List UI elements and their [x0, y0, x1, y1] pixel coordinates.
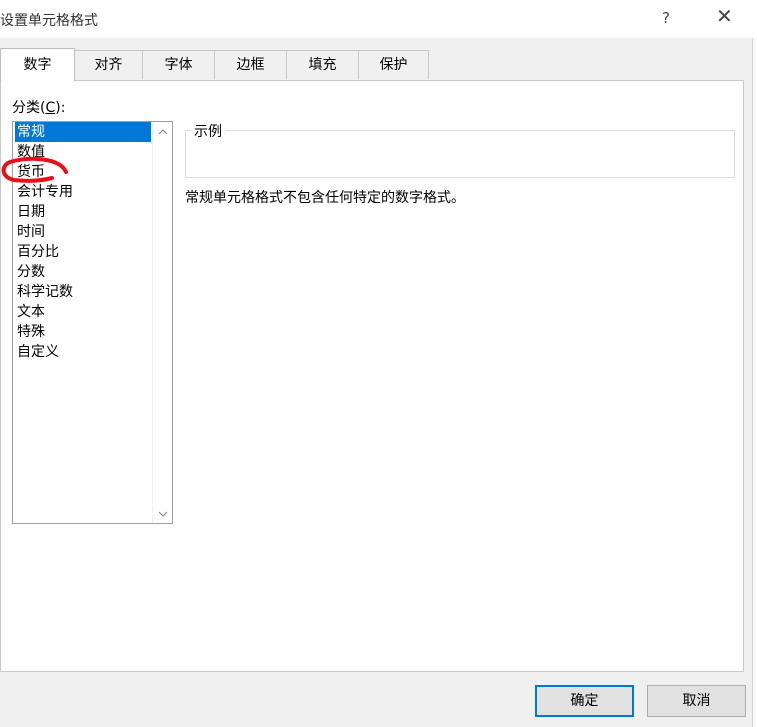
format-description: 常规单元格格式不包含任何特定的数字格式。: [185, 190, 465, 206]
category-item-custom[interactable]: 自定义: [15, 342, 151, 362]
category-item-time[interactable]: 时间: [15, 222, 151, 242]
category-item-special[interactable]: 特殊: [15, 322, 151, 342]
category-label: 分类(C):: [12, 97, 65, 117]
chevron-down-icon[interactable]: [153, 504, 172, 523]
category-item-fraction[interactable]: 分数: [15, 262, 151, 282]
category-item-text[interactable]: 文本: [15, 302, 151, 322]
category-item-accounting[interactable]: 会计专用: [15, 182, 151, 202]
tab-alignment[interactable]: 对齐: [74, 50, 143, 79]
category-label-accesskey: C: [45, 100, 56, 116]
tab-protection[interactable]: 保护: [358, 50, 429, 79]
sample-label: 示例: [191, 121, 225, 141]
help-icon[interactable]: ?: [662, 9, 670, 27]
chevron-up-icon[interactable]: [153, 122, 172, 141]
tab-font[interactable]: 字体: [142, 50, 215, 79]
category-item-scientific[interactable]: 科学记数: [15, 282, 151, 302]
ok-button[interactable]: 确定: [535, 685, 634, 717]
tab-number[interactable]: 数字: [0, 48, 75, 81]
sample-box: [185, 130, 735, 178]
category-label-suffix: ):: [55, 100, 66, 116]
category-item-number[interactable]: 数值: [15, 142, 151, 162]
close-icon[interactable]: ✕: [716, 6, 733, 26]
window-edge: [752, 38, 757, 727]
dialog-title: 设置单元格格式: [0, 13, 98, 29]
category-item-percentage[interactable]: 百分比: [15, 242, 151, 262]
category-item-currency[interactable]: 货币: [15, 162, 151, 182]
number-tab-panel: 分类(C): 常规 数值 货币 会计专用 日期 时间 百分比 分数 科学记数 文…: [0, 80, 744, 672]
title-bar: 设置单元格格式 ? ✕: [0, 0, 757, 38]
category-item-general[interactable]: 常规: [15, 122, 151, 142]
tab-border[interactable]: 边框: [214, 50, 287, 79]
category-label-prefix: 分类(: [12, 100, 46, 116]
cancel-button[interactable]: 取消: [647, 685, 746, 717]
category-item-date[interactable]: 日期: [15, 202, 151, 222]
category-listbox[interactable]: 常规 数值 货币 会计专用 日期 时间 百分比 分数 科学记数 文本 特殊 自定…: [12, 121, 173, 524]
tab-fill[interactable]: 填充: [286, 50, 359, 79]
category-scrollbar[interactable]: [152, 122, 172, 523]
